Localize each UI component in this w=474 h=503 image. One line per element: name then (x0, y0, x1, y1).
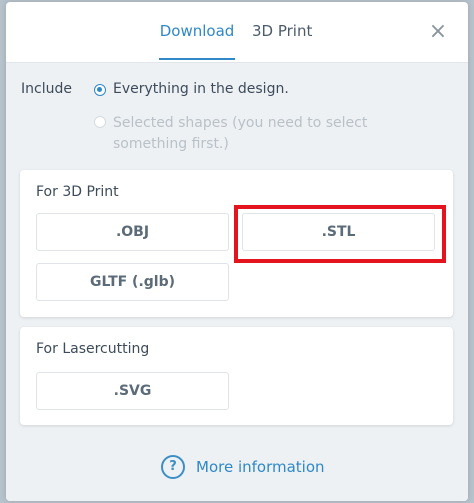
dialog-body: Include Everything in the design. Select… (6, 63, 468, 501)
dialog-header: Download 3D Print × (6, 2, 468, 62)
gltf-button[interactable]: GLTF (.glb) (36, 263, 229, 301)
tab-download[interactable]: Download (159, 20, 235, 60)
download-dialog: Download 3D Print × Include Everything i… (6, 2, 468, 501)
radio-everything[interactable] (94, 84, 106, 96)
section-title-3d-print: For 3D Print (36, 184, 119, 200)
section-lasercutting: For Lasercutting .SVG (20, 327, 453, 425)
tab-3d-print[interactable]: 3D Print (252, 20, 312, 60)
more-information-link[interactable]: ? More information (161, 454, 325, 480)
svg-button[interactable]: .SVG (36, 372, 229, 410)
stl-button[interactable]: .STL (242, 213, 435, 251)
section-title-lasercutting: For Lasercutting (36, 341, 150, 357)
include-label: Include (21, 81, 72, 97)
help-icon: ? (161, 455, 185, 479)
section-3d-print: For 3D Print .OBJ .STL GLTF (.glb) (20, 170, 453, 317)
close-icon[interactable]: × (426, 20, 450, 44)
more-information-label: More information (196, 458, 325, 476)
option-everything-label[interactable]: Everything in the design. (113, 81, 289, 97)
radio-selected-shapes[interactable] (94, 116, 106, 128)
obj-button[interactable]: .OBJ (36, 213, 229, 251)
option-selected-shapes-label: Selected shapes (you need to select some… (113, 115, 368, 152)
